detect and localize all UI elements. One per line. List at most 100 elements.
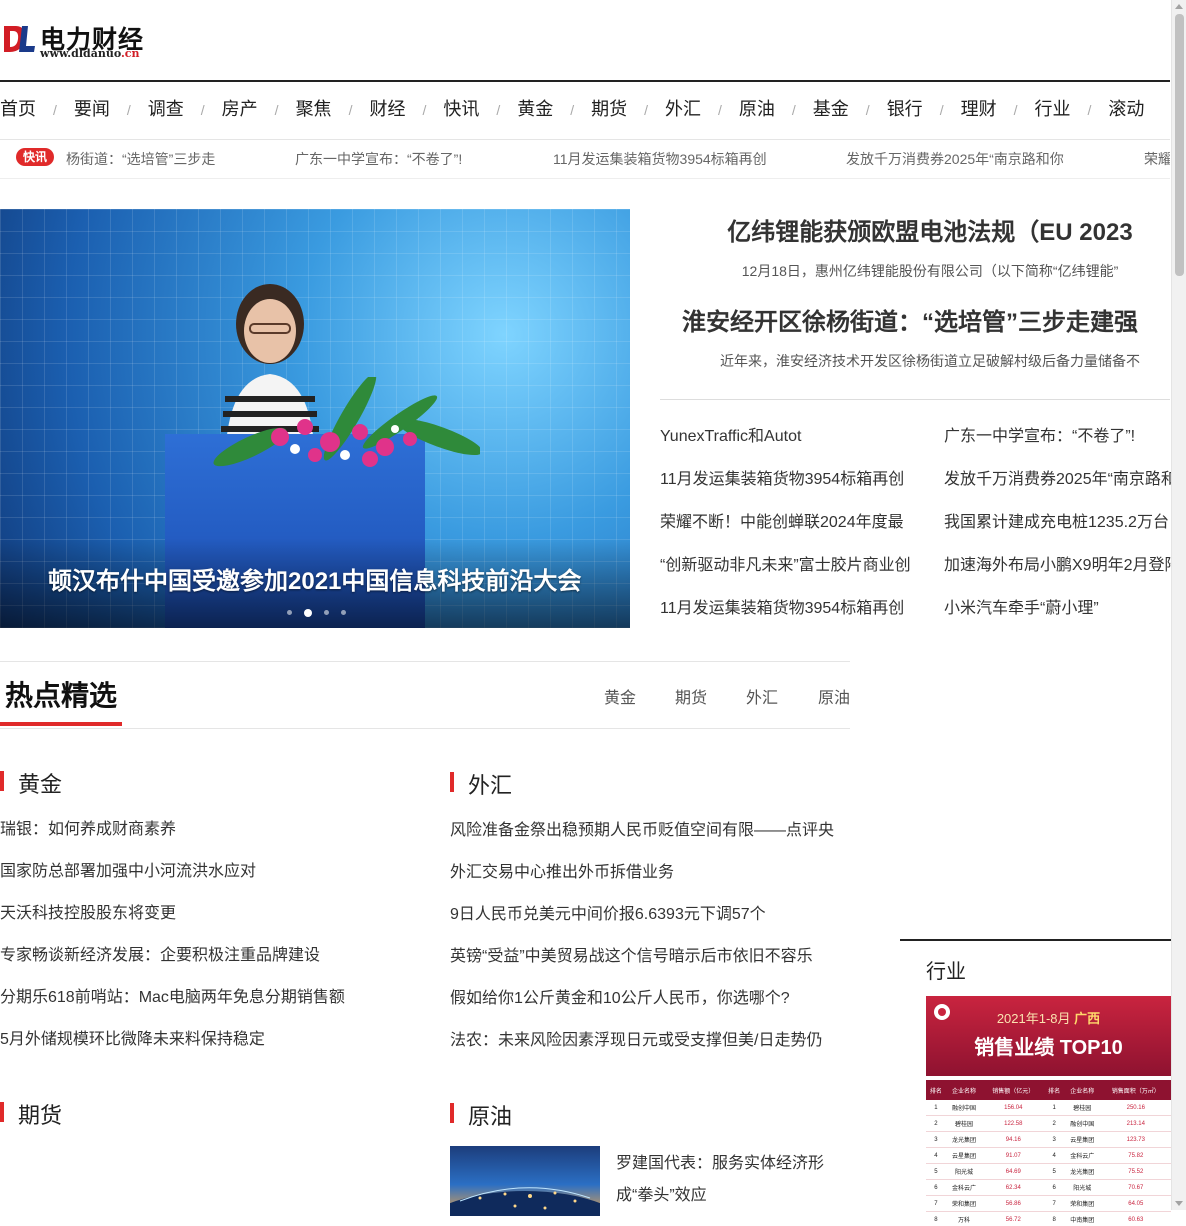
list-item[interactable]: 5月外储规模环比微降未来料保持稳定 — [0, 1029, 420, 1071]
ticker-item[interactable]: 杨街道：“选培管”三步走 — [66, 149, 215, 169]
nav-item[interactable]: 快讯 — [443, 82, 479, 136]
gold-news-list: 瑞银：如何养成财商素养 国家防总部署加强中小河流洪水应对 天沃科技控股股东将变更… — [0, 819, 420, 1071]
news-link[interactable]: “创新驱动非凡未来”富士胶片商业创 — [660, 549, 930, 592]
tab-forex[interactable]: 外汇 — [746, 684, 778, 708]
ticker-item[interactable]: 发放千万消费券2025年“南京路和你 — [846, 149, 1064, 169]
page-scrollbar[interactable] — [1171, 0, 1186, 1210]
list-item[interactable]: 分期乐618前哨站：Mac电脑两年免息分期销售额 — [0, 987, 420, 1029]
news-link[interactable]: 荣耀不断！中能创蝉联2024年度最 — [660, 506, 930, 549]
table-cell: 8 — [1044, 1212, 1064, 1226]
news-link[interactable]: 11月发运集装箱货物3954标箱再创 — [660, 592, 930, 635]
list-item[interactable]: 瑞银：如何养成财商素养 — [0, 819, 420, 861]
forex-news-list: 风险准备金祭出稳预期人民币贬值空间有限——点评央 外汇交易中心推出外币拆借业务 … — [450, 820, 870, 1072]
nav-item[interactable]: 行业 — [1034, 82, 1070, 136]
table-header: 销售额（亿元） — [982, 1080, 1044, 1100]
headline-title[interactable]: 亿纬锂能获颁欧盟电池法规（EU 2023 — [660, 212, 1186, 247]
slider-dot[interactable] — [324, 610, 329, 615]
nav-separator: / — [422, 102, 426, 118]
table-row: 5阳光城64.695龙光集团75.52 — [926, 1164, 1171, 1180]
oil-feature-title[interactable]: 罗建国代表：服务实体经济形成“拳头”效应 — [616, 1148, 856, 1212]
table-cell: 4 — [1044, 1148, 1064, 1164]
list-item[interactable]: 专家畅谈新经济发展：企要积极注重品牌建设 — [0, 945, 420, 987]
news-link[interactable]: YunexTraffic和Autot — [660, 420, 930, 463]
news-link[interactable]: 发放千万消费券2025年“南京路和 — [944, 463, 1171, 506]
headline-title[interactable]: 淮安经开区徐杨街道：“选培管”三步走建强 — [660, 302, 1160, 337]
table-cell: 94.16 — [982, 1132, 1044, 1148]
scroll-up-arrow-icon[interactable] — [1175, 4, 1183, 9]
ticker-item[interactable]: 11月发运集装箱货物3954标箱再创 — [553, 149, 767, 169]
flower-arrangement — [210, 377, 480, 477]
table-cell: 213.14 — [1101, 1116, 1171, 1132]
news-list-left: YunexTraffic和Autot 11月发运集装箱货物3954标箱再创 荣耀… — [660, 420, 930, 635]
headline-summary: 12月18日，惠州亿纬锂能股份有限公司（以下简称“亿纬锂能” — [660, 261, 1186, 281]
nav-item[interactable]: 房产 — [222, 82, 258, 136]
nav-item[interactable]: 首页 — [0, 82, 36, 136]
tab-gold[interactable]: 黄金 — [604, 684, 636, 708]
nav-item[interactable]: 调查 — [148, 82, 184, 136]
nav-separator: / — [1014, 102, 1018, 118]
table-header: 企业名称 — [946, 1080, 983, 1100]
news-link[interactable]: 广东一中学宣布：“不卷了”! — [944, 420, 1171, 463]
ticker-item[interactable]: 广东一中学宣布：“不卷了”! — [295, 149, 462, 169]
nav-item[interactable]: 聚焦 — [296, 82, 332, 136]
table-row: 3龙光集团94.163云星集团123.73 — [926, 1132, 1171, 1148]
earth-lights-icon — [450, 1146, 600, 1216]
news-link[interactable]: 我国累计建成充电桩1235.2万台 — [944, 506, 1171, 549]
ranking-banner: 2021年1-8月 广西 销售业绩 TOP10 — [926, 996, 1171, 1076]
list-item[interactable]: 风险准备金祭出稳预期人民币贬值空间有限——点评央 — [450, 820, 870, 862]
nav-separator: / — [940, 102, 944, 118]
nav-item[interactable]: 外汇 — [665, 82, 701, 136]
list-item[interactable]: 天沃科技控股股东将变更 — [0, 903, 420, 945]
tab-futures[interactable]: 期货 — [675, 684, 707, 708]
slider-dot[interactable] — [304, 609, 312, 617]
slider-dot[interactable] — [287, 610, 292, 615]
nav-item[interactable]: 原油 — [739, 82, 775, 136]
news-link[interactable]: 小米汽车牵手“蔚小理” — [944, 592, 1171, 635]
site-logo[interactable]: 电力财经 www.dldanuo.cn — [0, 18, 170, 62]
slider-dot[interactable] — [341, 610, 346, 615]
table-cell: 云星集团 — [1064, 1132, 1101, 1148]
scroll-down-arrow-icon[interactable] — [1175, 1201, 1183, 1206]
table-cell: 123.73 — [1101, 1132, 1171, 1148]
table-cell: 碧桂园 — [1064, 1100, 1101, 1116]
industry-ranking-image[interactable]: 2021年1-8月 广西 销售业绩 TOP10 排名企业名称销售额（亿元）排名企… — [926, 996, 1171, 1226]
nav-item[interactable]: 财经 — [369, 82, 405, 136]
main-nav: 首页/要闻/调查/房产/聚焦/财经/快讯/黄金/期货/外汇/原油/基金/银行/理… — [0, 80, 1170, 140]
nav-item[interactable]: 滚动 — [1108, 82, 1144, 136]
hero-slider[interactable]: 顿汉布什中国受邀参加2021中国信息科技前沿大会 — [0, 209, 630, 628]
list-item[interactable]: 法农：未来风险因素浮现日元或受支撑但美/日走势仍 — [450, 1030, 870, 1072]
section-title-oil: 原油 — [450, 1099, 512, 1131]
news-link[interactable]: 11月发运集装箱货物3954标箱再创 — [660, 463, 930, 506]
ranking-title: 销售业绩 TOP10 — [926, 1031, 1171, 1060]
table-cell: 7 — [1044, 1196, 1064, 1212]
ticker-item[interactable]: 荣耀 — [1144, 149, 1170, 169]
nav-item[interactable]: 期货 — [591, 82, 627, 136]
nav-separator: / — [792, 102, 796, 118]
industry-panel: 行业 2021年1-8月 广西 销售业绩 TOP10 排名企业名称销售额（亿元）… — [900, 939, 1171, 1221]
list-item[interactable]: 9日人民币兑美元中间价报6.6393元下调57个 — [450, 904, 870, 946]
nav-item[interactable]: 理财 — [961, 82, 997, 136]
table-cell: 70.67 — [1101, 1180, 1171, 1196]
news-list-right: 广东一中学宣布：“不卷了”! 发放千万消费券2025年“南京路和 我国累计建成充… — [944, 420, 1171, 635]
table-cell: 荣和集团 — [946, 1196, 983, 1212]
table-cell: 60.63 — [1101, 1212, 1171, 1226]
nav-item[interactable]: 要闻 — [74, 82, 110, 136]
scrollbar-thumb[interactable] — [1175, 14, 1184, 276]
nav-item[interactable]: 银行 — [887, 82, 923, 136]
table-cell: 122.58 — [982, 1116, 1044, 1132]
oil-feature-image[interactable] — [450, 1146, 600, 1216]
headline-summary: 近年来，淮安经济技术开发区徐杨街道立足破解村级后备力量储备不 — [660, 351, 1186, 371]
list-item[interactable]: 外汇交易中心推出外币拆借业务 — [450, 862, 870, 904]
tab-oil[interactable]: 原油 — [818, 684, 850, 708]
table-row: 1融创中国156.041碧桂园250.16 — [926, 1100, 1171, 1116]
table-cell: 64.69 — [982, 1164, 1044, 1180]
slider-title[interactable]: 顿汉布什中国受邀参加2021中国信息科技前沿大会 — [48, 561, 581, 596]
table-cell: 64.05 — [1101, 1196, 1171, 1212]
table-row: 7荣和集团56.867荣和集团64.05 — [926, 1196, 1171, 1212]
news-link[interactable]: 加速海外布局小鹏X9明年2月登陆 — [944, 549, 1171, 592]
list-item[interactable]: 国家防总部署加强中小河流洪水应对 — [0, 861, 420, 903]
nav-item[interactable]: 黄金 — [517, 82, 553, 136]
nav-item[interactable]: 基金 — [813, 82, 849, 136]
list-item[interactable]: 假如给你1公斤黄金和10公斤人民币，你选哪个? — [450, 988, 870, 1030]
list-item[interactable]: 英镑“受益”中美贸易战这个信号暗示后市依旧不容乐 — [450, 946, 870, 988]
